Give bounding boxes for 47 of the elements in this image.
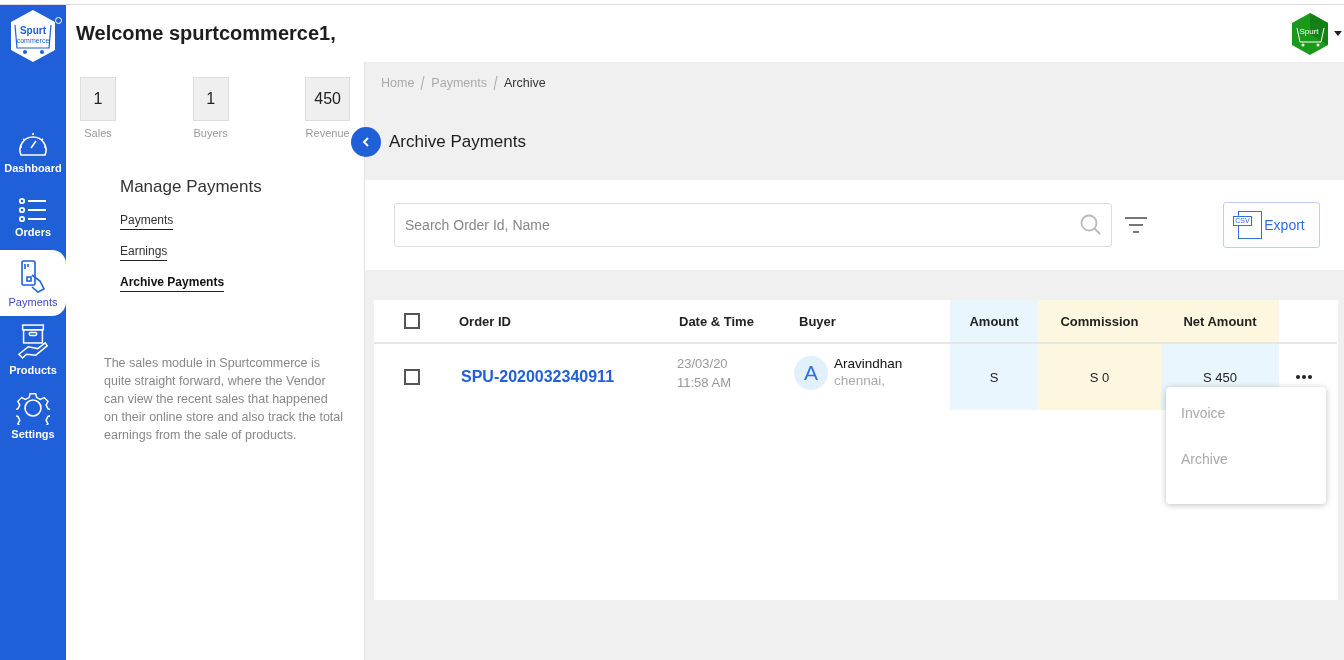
chevron-left-icon (362, 137, 370, 147)
menu-link[interactable]: Payments (120, 213, 174, 230)
card-in-hand-icon (20, 258, 46, 293)
caret-icon[interactable] (1334, 30, 1342, 37)
row-checkbox[interactable] (404, 369, 420, 385)
breadcrumb-separator-icon (492, 76, 498, 90)
more-icon[interactable] (1295, 374, 1313, 380)
section-title: Manage Payments (120, 177, 262, 197)
collapse-button[interactable] (351, 127, 381, 157)
sidebar-item[interactable]: Payments (0, 250, 66, 316)
order-time: 11:58 AM (677, 375, 731, 390)
sidebar-item[interactable]: Dashboard (0, 118, 66, 184)
description-text: The sales module in Spurtcommerce is quite straight forward, where the Vendor can view the recent sales that happened on their online store and also track the total earnings from the sale of products. (104, 355, 344, 444)
page-title: Archive Payments (389, 132, 526, 152)
menu-link[interactable]: Archive Payments (120, 275, 225, 292)
breadcrumb-separator-icon (420, 76, 426, 90)
order-date: 23/03/20 (677, 356, 729, 371)
list-icon (18, 196, 48, 223)
box-in-hand-icon (17, 322, 49, 361)
search-field[interactable]: Search Order Id, Name (394, 203, 1112, 247)
buyer-city: chennai, (834, 373, 887, 388)
column-header: Net Amount (1161, 300, 1279, 344)
column-header: Commission (1038, 300, 1161, 344)
menu-link[interactable]: Earnings (120, 244, 168, 261)
stat-value: 1 (192, 77, 229, 121)
welcome-heading: Welcome spurtcommerce1, (76, 22, 337, 45)
sidebar-item[interactable]: Orders (0, 184, 66, 250)
stat-value: 450 (305, 77, 350, 121)
commission-cell: S 0 (1038, 344, 1161, 410)
amount-cell: S (950, 344, 1038, 410)
stat-label: Revenue (305, 127, 350, 139)
breadcrumb-link[interactable]: Archive (503, 76, 546, 90)
sidebar-item[interactable]: Products (0, 316, 66, 382)
order-id-link[interactable]: SPU-2020032340911 (461, 368, 615, 386)
user-avatar[interactable]: Spurt (1290, 11, 1330, 56)
column-header: Amount (950, 300, 1038, 344)
stat-label: Buyers (193, 127, 228, 139)
buyer-name: Aravindhan (834, 356, 903, 371)
stat-value: 1 (80, 77, 116, 121)
column-header: Date & Time (659, 300, 779, 344)
filter-icon[interactable] (1124, 216, 1148, 234)
select-all-checkbox[interactable] (404, 313, 420, 329)
settings-icon (16, 390, 50, 425)
stat-label: Sales (84, 127, 112, 139)
sidebar-item[interactable]: Settings (0, 382, 66, 448)
column-header: Order ID (439, 300, 659, 344)
buyer-avatar: A (794, 356, 828, 390)
